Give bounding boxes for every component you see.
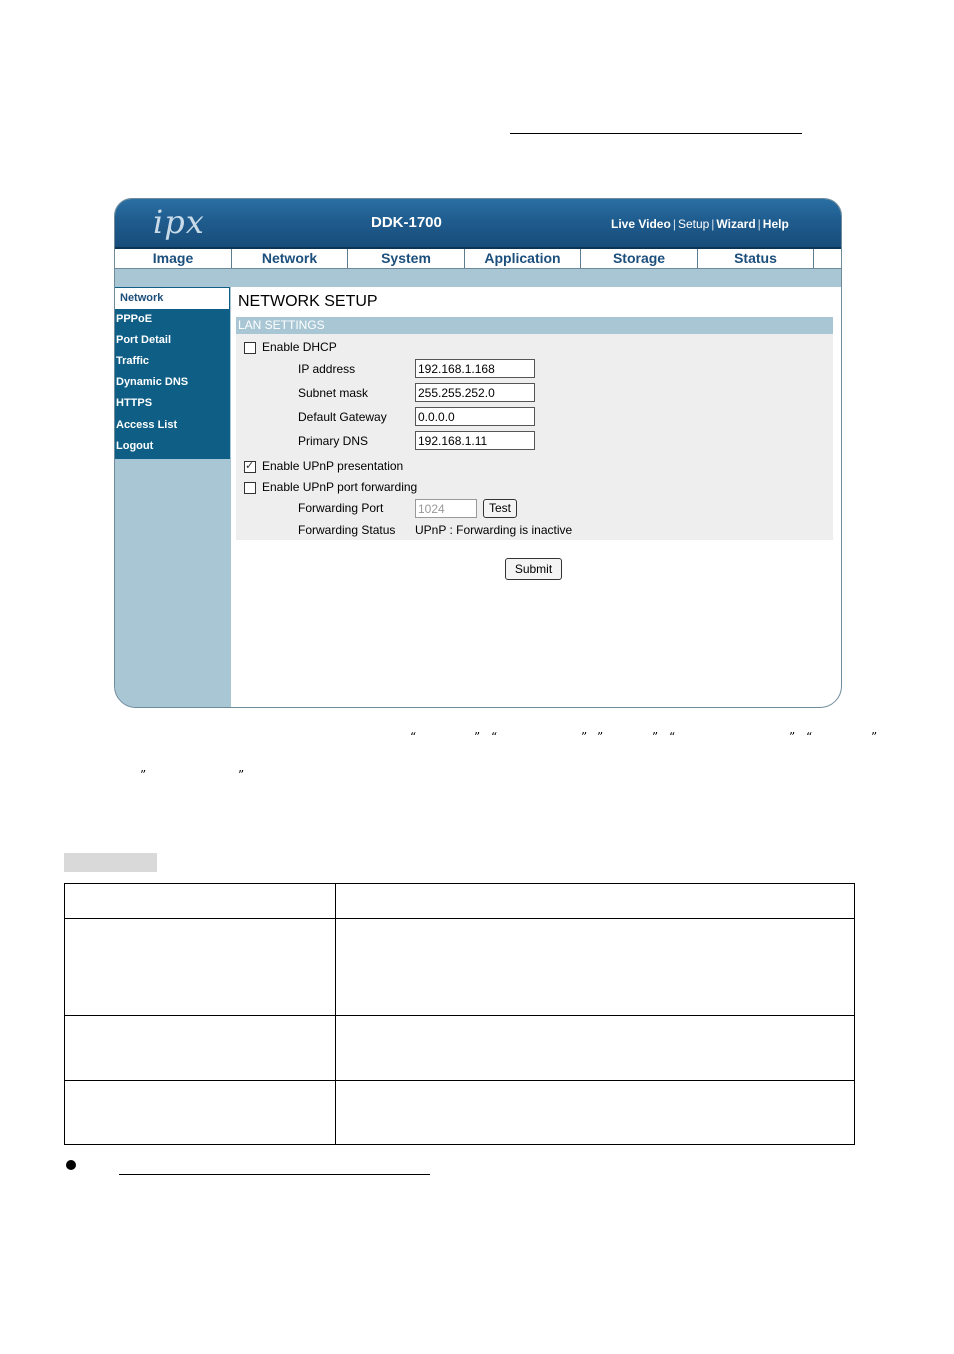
sidebar-item-pppoe[interactable]: PPPoE (115, 309, 231, 330)
tab-status[interactable]: Status (698, 249, 814, 268)
sidebar-item-https[interactable]: HTTPS (115, 393, 231, 414)
ui-header: ipx DDK-1700 Live Video | Setup | Wizard | Hel… (115, 199, 841, 249)
sidebar-item-traffic[interactable]: Traffic (115, 351, 231, 372)
nav-band (115, 269, 841, 287)
ip-address-label: IP address (298, 362, 356, 376)
sidebar: Network PPPoE Port Detail Traffic Dynami… (115, 287, 230, 707)
tab-storage[interactable]: Storage (581, 249, 698, 268)
submit-button[interactable]: Submit (505, 558, 562, 580)
subnet-mask-label: Subnet mask (298, 386, 369, 400)
page-top-underline (510, 133, 802, 134)
top-links: Live Video | Setup | Wizard | Help (611, 217, 789, 231)
tab-network[interactable]: Network (232, 249, 348, 268)
link-live-video[interactable]: Live Video (611, 217, 671, 231)
default-gateway-label: Default Gateway (298, 410, 387, 424)
upnp-presentation-checkbox[interactable] (244, 459, 256, 473)
upnp-forwarding-checkbox[interactable] (244, 482, 256, 494)
sidebar-item-port-detail[interactable]: Port Detail (115, 330, 231, 351)
quote-mark: “ (806, 730, 813, 744)
sidebar-item-logout[interactable]: Logout (115, 436, 231, 457)
quote-mark: “ (669, 730, 676, 744)
camera-web-ui: ipx DDK-1700 Live Video | Setup | Wizard | Hel… (114, 198, 842, 708)
forwarding-port-label: Forwarding Port (298, 501, 384, 515)
forwarding-port-input[interactable]: 1024 (415, 499, 477, 518)
main-nav: Image Network System Application Storage… (115, 249, 841, 269)
upnp-presentation-label: Enable UPnP presentation (262, 459, 404, 473)
sidebar-item-network[interactable]: Network (115, 288, 229, 309)
quote-mark: ” (474, 730, 481, 744)
sidebar-menu: Network PPPoE Port Detail Traffic Dynami… (115, 287, 230, 459)
forwarding-status-value: UPnP : Forwarding is inactive (415, 523, 573, 537)
link-setup[interactable]: Setup (678, 217, 709, 231)
quote-mark: ” (652, 730, 659, 744)
quote-mark: ” (871, 730, 878, 744)
tab-application[interactable]: Application (465, 249, 581, 268)
forwarding-status-label: Forwarding Status (298, 523, 396, 537)
link-help[interactable]: Help (763, 217, 789, 231)
lan-settings-panel: Enable DHCP IP address 192.168.1.168 Sub… (236, 334, 833, 540)
test-button[interactable]: Test (483, 499, 517, 518)
quote-mark: ” (140, 768, 147, 782)
main-content: NETWORK SETUP LAN SETTINGS Enable DHCP I… (231, 287, 841, 707)
enable-dhcp-checkbox[interactable] (244, 342, 256, 354)
upnp-forwarding-label: Enable UPnP port forwarding (262, 480, 418, 494)
brand-logo: ipx (153, 203, 205, 241)
link-separator: | (672, 217, 676, 231)
section-label-block (64, 853, 157, 872)
quote-mark: “ (410, 730, 417, 744)
table-column-divider (335, 884, 336, 1144)
tab-image[interactable]: Image (115, 249, 232, 268)
quote-mark: ” (789, 730, 796, 744)
link-wizard[interactable]: Wizard (716, 217, 755, 231)
ip-address-input[interactable]: 192.168.1.168 (415, 359, 535, 378)
table-row-divider (65, 918, 854, 919)
subnet-mask-input[interactable]: 255.255.252.0 (415, 383, 535, 402)
sidebar-item-access-list[interactable]: Access List (115, 415, 231, 436)
default-gateway-input[interactable]: 0.0.0.0 (415, 407, 535, 426)
section-header-lan-settings: LAN SETTINGS (236, 317, 833, 334)
doc-table (64, 883, 855, 1145)
sidebar-item-dynamic-dns[interactable]: Dynamic DNS (115, 372, 231, 393)
link-separator: | (711, 217, 715, 231)
table-row-divider (65, 1080, 854, 1081)
bullet-icon (66, 1160, 76, 1170)
quote-mark: “ (491, 730, 498, 744)
page-title: NETWORK SETUP (238, 293, 378, 310)
tab-system[interactable]: System (348, 249, 465, 268)
quote-mark: ” (597, 730, 604, 744)
quote-mark: ” (238, 768, 245, 782)
table-row-divider (65, 1015, 854, 1016)
bullet-underline (119, 1174, 430, 1175)
model-title: DDK-1700 (371, 214, 442, 231)
primary-dns-label: Primary DNS (298, 434, 369, 448)
enable-dhcp-label: Enable DHCP (262, 340, 337, 354)
quote-mark: ” (581, 730, 588, 744)
link-separator: | (757, 217, 761, 231)
primary-dns-input[interactable]: 192.168.1.11 (415, 431, 535, 450)
